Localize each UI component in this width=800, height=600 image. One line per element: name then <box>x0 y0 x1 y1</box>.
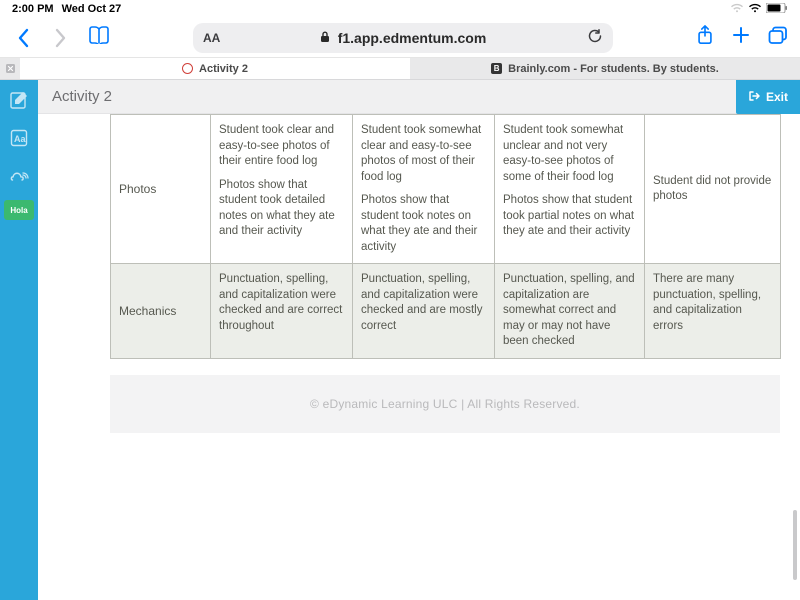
exit-button[interactable]: Exit <box>736 80 800 114</box>
address-bar[interactable]: AA f1.app.edmentum.com <box>193 23 613 53</box>
tab-activity-2[interactable]: Activity 2 <box>20 58 410 79</box>
rail-audio-button[interactable] <box>5 162 33 190</box>
wifi-icon <box>748 3 762 16</box>
tab-brainly[interactable]: B Brainly.com - For students. By student… <box>410 58 800 79</box>
svg-text:Aa: Aa <box>14 134 26 144</box>
rail-translate-button[interactable]: Hola <box>4 200 34 220</box>
rubric-table: vegan diet and a reflection Photos Stude… <box>110 114 781 359</box>
page-header: Activity 2 <box>38 80 800 114</box>
rubric-cell: Student took somewhat unclear and not ve… <box>495 115 645 264</box>
rubric-category: Photos <box>111 115 211 264</box>
status-date: Wed Oct 27 <box>62 3 122 15</box>
close-tab-button[interactable] <box>4 58 16 79</box>
table-row: Mechanics Punctuation, spelling, and cap… <box>111 264 781 359</box>
app-side-rail: Aa Hola <box>0 80 38 600</box>
share-button[interactable] <box>696 25 714 50</box>
table-row: Photos Student took clear and easy-to-se… <box>111 115 781 264</box>
content-scroll-area[interactable]: vegan diet and a reflection Photos Stude… <box>38 114 800 600</box>
browser-tab-strip: Activity 2 B Brainly.com - For students.… <box>0 58 800 80</box>
edmentum-favicon-icon <box>182 63 193 74</box>
bookmarks-button[interactable] <box>88 26 110 49</box>
new-tab-button[interactable] <box>732 26 750 49</box>
exit-label: Exit <box>766 90 788 104</box>
rubric-cell: Punctuation, spelling, and capitalizatio… <box>211 264 353 359</box>
url-host: f1.app.edmentum.com <box>338 30 487 46</box>
rubric-category: Mechanics <box>111 264 211 359</box>
page-title: Activity 2 <box>52 88 112 105</box>
tabs-button[interactable] <box>768 26 788 49</box>
rubric-cell: There are many punctuation, spelling, an… <box>645 264 781 359</box>
text-size-button[interactable]: AA <box>203 31 220 45</box>
rubric-cell: Student took clear and easy-to-see photo… <box>211 115 353 264</box>
reload-button[interactable] <box>587 28 603 47</box>
rubric-cell: Punctuation, spelling, and capitalizatio… <box>495 264 645 359</box>
ipad-status-bar: 2:00 PM Wed Oct 27 <box>0 0 800 18</box>
brainly-favicon-icon: B <box>491 63 502 74</box>
scrollbar-thumb[interactable] <box>793 510 797 580</box>
battery-icon <box>766 3 788 16</box>
wifi-icon <box>730 3 744 16</box>
exit-icon <box>748 90 760 105</box>
rail-glossary-button[interactable]: Aa <box>5 124 33 152</box>
rubric-cell: Punctuation, spelling, and capitalizatio… <box>353 264 495 359</box>
tab-label: Brainly.com - For students. By students. <box>508 63 719 75</box>
rail-edit-button[interactable] <box>5 86 33 114</box>
back-button[interactable] <box>12 27 34 49</box>
tab-label: Activity 2 <box>199 63 248 75</box>
lock-icon <box>320 30 330 46</box>
footer: © eDynamic Learning ULC | All Rights Res… <box>110 375 780 433</box>
rubric-cell: Student took somewhat clear and easy-to-… <box>353 115 495 264</box>
safari-toolbar: AA f1.app.edmentum.com <box>0 18 800 58</box>
rubric-cell: Student did not provide photos <box>645 115 781 264</box>
status-time: 2:00 PM <box>12 3 54 15</box>
footer-text: © eDynamic Learning ULC | All Rights Res… <box>310 397 580 411</box>
forward-button[interactable] <box>50 27 72 49</box>
